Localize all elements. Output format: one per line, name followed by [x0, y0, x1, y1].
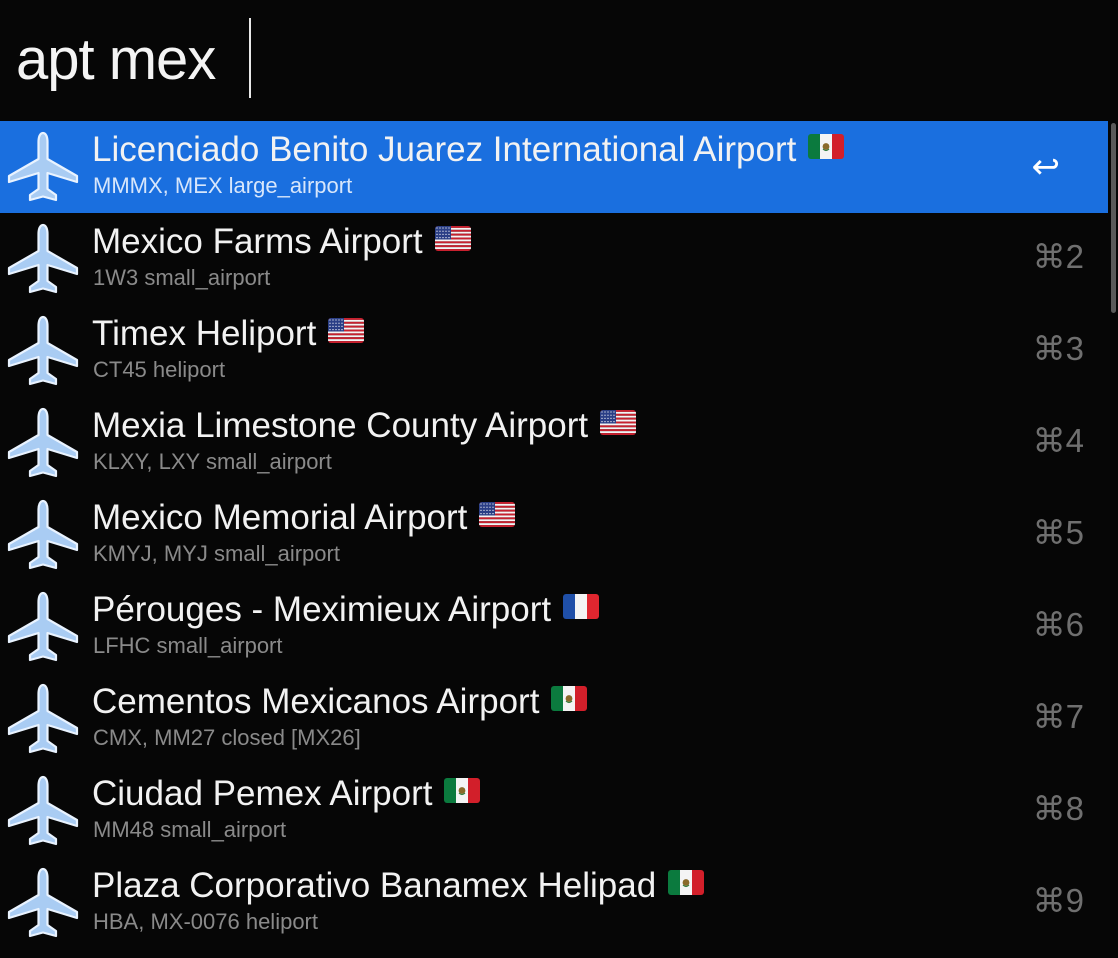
- result-title: Mexia Limestone County Airport: [92, 404, 637, 448]
- airplane-icon: [5, 221, 81, 297]
- result-row[interactable]: Ciudad Pemex Airport MM48 small_airport ⌘8: [0, 765, 1108, 857]
- result-title-text: Pérouges - Meximieux Airport: [92, 590, 552, 629]
- result-title: Cementos Mexicanos Airport: [92, 680, 588, 724]
- result-subtitle: CMX, MM27 closed [MX26]: [93, 725, 361, 750]
- usa-flag-icon: [479, 502, 516, 528]
- result-title-text: Mexico Memorial Airport: [92, 498, 468, 537]
- search-bar[interactable]: apt mex: [0, 0, 1118, 121]
- result-title: Pérouges - Meximieux Airport: [92, 588, 600, 632]
- result-title-text: Timex Heliport: [92, 314, 317, 353]
- airplane-icon: [5, 129, 81, 205]
- airplane-icon: [5, 497, 81, 573]
- result-title-text: Licenciado Benito Juarez International A…: [92, 130, 797, 169]
- result-title: Timex Heliport: [92, 312, 365, 356]
- result-subtitle: KMYJ, MYJ small_airport: [93, 541, 340, 566]
- keyboard-shortcut: ⌘2: [1032, 238, 1084, 275]
- search-input[interactable]: apt mex: [16, 20, 216, 100]
- result-row[interactable]: Mexico Memorial Airport KMYJ, MYJ small_a…: [0, 489, 1108, 581]
- result-title-text: Plaza Corporativo Banamex Helipad: [92, 866, 657, 905]
- result-row[interactable]: Plaza Corporativo Banamex Helipad HBA, MX…: [0, 857, 1108, 949]
- scrollbar[interactable]: [1110, 121, 1118, 958]
- keyboard-shortcut: ⌘8: [1032, 790, 1084, 827]
- result-row[interactable]: Mexia Limestone County Airport KLXY, LXY …: [0, 397, 1108, 489]
- result-subtitle: MM48 small_airport: [93, 817, 287, 842]
- result-title-text: Mexico Farms Airport: [92, 222, 423, 261]
- mexico-flag-icon: [551, 686, 588, 712]
- airplane-icon: [5, 773, 81, 849]
- mexico-flag-icon: [668, 870, 705, 896]
- result-row[interactable]: Pérouges - Meximieux Airport LFHC small_a…: [0, 581, 1108, 673]
- result-row[interactable]: Mexico Farms Airport 1W3 small_airport ⌘2: [0, 213, 1108, 305]
- results-list: Licenciado Benito Juarez International A…: [0, 121, 1108, 949]
- result-subtitle: KLXY, LXY small_airport: [93, 449, 332, 474]
- result-subtitle: HBA, MX-0076 heliport: [93, 909, 318, 934]
- airplane-icon: [5, 681, 81, 757]
- launcher-window: apt mex Licenciado Benito Juarez Interna…: [0, 0, 1118, 958]
- mexico-flag-icon: [444, 778, 481, 804]
- scrollbar-thumb[interactable]: [1111, 123, 1116, 313]
- airplane-icon: [5, 405, 81, 481]
- result-title-text: Mexia Limestone County Airport: [92, 406, 589, 445]
- mexico-flag-icon: [808, 134, 845, 160]
- result-title-text: Ciudad Pemex Airport: [92, 774, 433, 813]
- result-row[interactable]: Timex Heliport CT45 heliport ⌘3: [0, 305, 1108, 397]
- result-row[interactable]: Cementos Mexicanos Airport CMX, MM27 clos…: [0, 673, 1108, 765]
- keyboard-shortcut: ⌘7: [1032, 698, 1084, 735]
- keyboard-shortcut: ⌘6: [1032, 606, 1084, 643]
- usa-flag-icon: [434, 226, 471, 252]
- return-key-icon: ↩: [1031, 148, 1061, 186]
- result-row[interactable]: Licenciado Benito Juarez International A…: [0, 121, 1108, 213]
- result-subtitle: CT45 heliport: [93, 357, 226, 382]
- result-subtitle: MMMX, MEX large_airport: [93, 173, 353, 198]
- usa-flag-icon: [600, 410, 637, 436]
- airplane-icon: [5, 589, 81, 665]
- keyboard-shortcut: ⌘5: [1032, 514, 1084, 551]
- text-caret: [249, 18, 251, 98]
- result-title: Ciudad Pemex Airport: [92, 772, 481, 816]
- keyboard-shortcut: ⌘9: [1032, 882, 1084, 919]
- usa-flag-icon: [328, 318, 365, 344]
- result-title-text: Cementos Mexicanos Airport: [92, 682, 540, 721]
- result-title: Mexico Farms Airport: [92, 220, 471, 264]
- airplane-icon: [5, 313, 81, 389]
- result-title: Mexico Memorial Airport: [92, 496, 516, 540]
- keyboard-shortcut: ⌘4: [1032, 422, 1084, 459]
- result-title: Licenciado Benito Juarez International A…: [92, 128, 845, 172]
- result-subtitle: 1W3 small_airport: [93, 265, 271, 290]
- result-title: Plaza Corporativo Banamex Helipad: [92, 864, 705, 908]
- airplane-icon: [5, 865, 81, 941]
- france-flag-icon: [563, 594, 600, 620]
- result-subtitle: LFHC small_airport: [93, 633, 283, 658]
- keyboard-shortcut: ⌘3: [1032, 330, 1084, 367]
